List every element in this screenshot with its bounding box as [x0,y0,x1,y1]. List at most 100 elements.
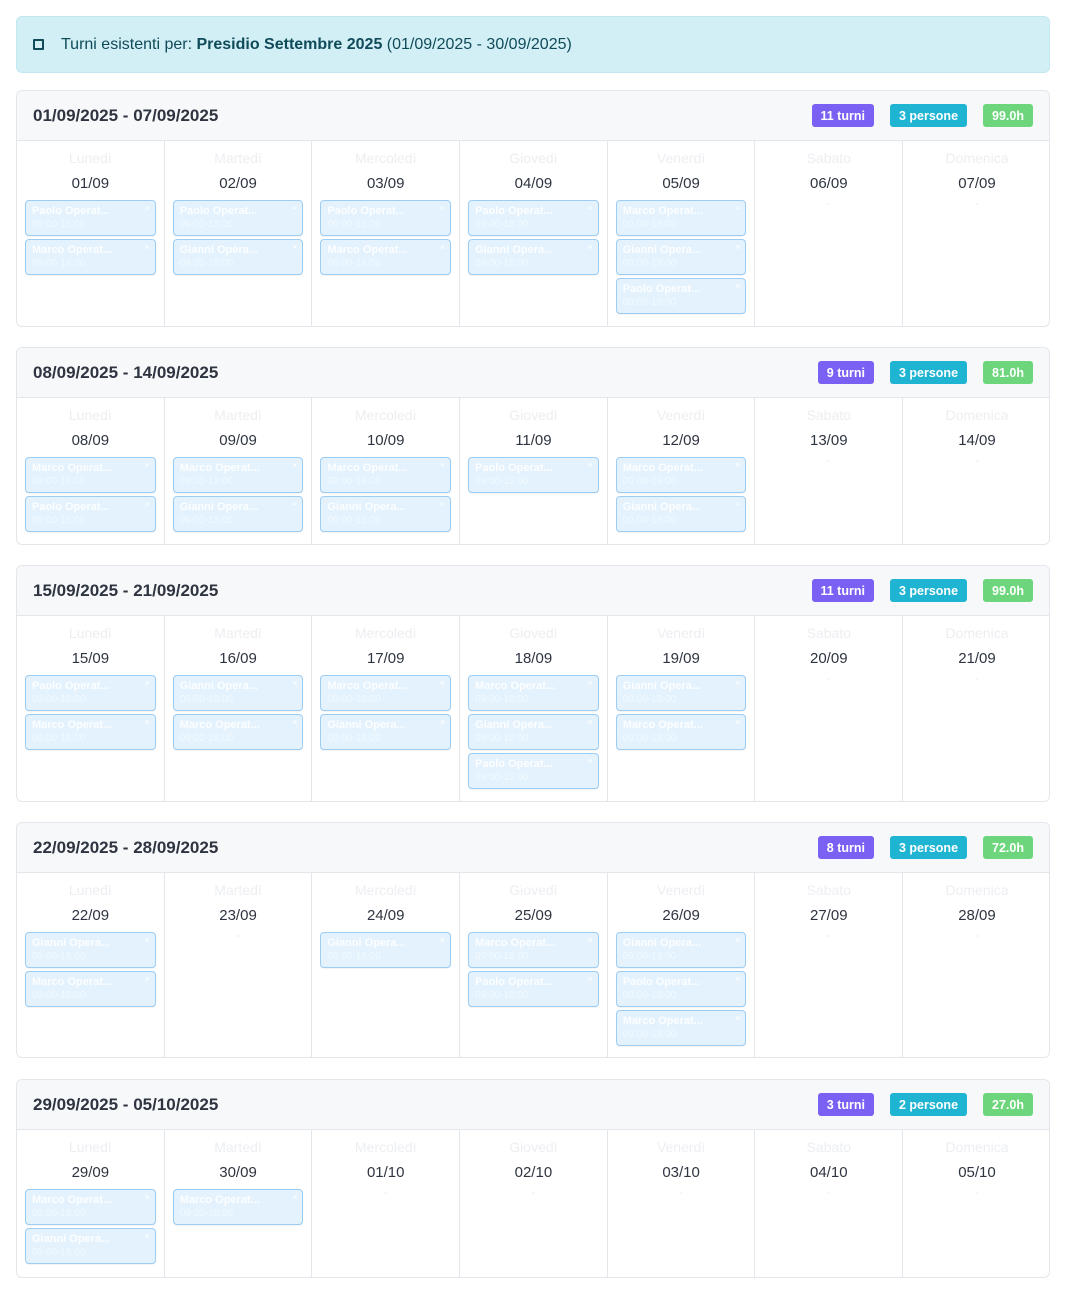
shift-hours: 09:00-18:00 [622,694,677,705]
remove-shift-icon[interactable]: × [440,678,445,688]
remove-shift-icon[interactable]: × [292,1192,297,1202]
remove-shift-icon[interactable]: × [440,460,445,470]
shift-card[interactable]: Paolo Operat... 09:00-18:00 × [615,278,747,314]
day-name: Lunedì [68,407,112,423]
day-date: 08/09 [71,432,110,449]
remove-shift-icon[interactable]: × [735,678,740,688]
remove-shift-icon[interactable]: × [440,499,445,509]
shift-person: Marco Operat... [327,244,408,256]
shift-card[interactable]: Paolo Operat... 09:00-18:00 × [468,971,599,1007]
shift-card[interactable]: Gianni Opera... 09:00-18:00 × [320,496,452,532]
shift-card[interactable]: Marco Operat... 09:00-18:00 × [172,714,304,750]
shift-card[interactable]: Paolo Operat... 09:00-18:00 × [468,200,599,236]
shift-card[interactable]: Gianni Opera... 09:00-18:00 × [172,496,304,532]
remove-shift-icon[interactable]: × [440,203,445,213]
remove-shift-icon[interactable]: × [735,1013,740,1023]
remove-shift-icon[interactable]: × [144,717,149,727]
day-date: 01/10 [366,1164,405,1181]
shift-card[interactable]: Gianni Opera... 09:00-18:00 × [25,932,156,968]
hours-badge: 27.0h [983,1093,1033,1116]
remove-shift-icon[interactable]: × [587,203,592,213]
remove-shift-icon[interactable]: × [735,242,740,252]
shift-card[interactable]: Paolo Operat... 09:00-18:00 × [172,200,304,236]
remove-shift-icon[interactable]: × [735,203,740,213]
shift-hours: 09:00-18:00 [622,1029,677,1040]
remove-shift-icon[interactable]: × [735,460,740,470]
shift-card[interactable]: Marco Operat... 09:00-18:00 × [615,200,747,236]
remove-shift-icon[interactable]: × [587,242,592,252]
shift-card[interactable]: Paolo Operat... 09:00-18:00 × [468,457,599,493]
shift-card[interactable]: Gianni Opera... 09:00-18:00 × [468,714,599,750]
remove-shift-icon[interactable]: × [735,935,740,945]
shift-card[interactable]: Marco Operat... 09:00-18:00 × [615,457,747,493]
day-column: Venerdì 19/09 Gianni Opera... 09:00-18:00 × M… [608,616,756,801]
remove-shift-icon[interactable]: × [292,242,297,252]
shift-card[interactable]: Marco Operat... 09:00-18:00 × [172,1189,304,1225]
shift-card[interactable]: Paolo Operat... 09:00-18:00 × [468,753,599,789]
shift-card[interactable]: Paolo Operat... 09:00-18:00 × [320,200,452,236]
remove-shift-icon[interactable]: × [440,242,445,252]
remove-shift-icon[interactable]: × [144,1231,149,1241]
shift-card[interactable]: Marco Operat... 09:00-18:00 × [25,714,156,750]
remove-shift-icon[interactable]: × [292,499,297,509]
remove-shift-icon[interactable]: × [587,935,592,945]
shift-card[interactable]: Marco Operat... 09:00-18:00 × [25,457,156,493]
shift-card[interactable]: Gianni Opera... 09:00-18:00 × [25,1228,156,1264]
shift-card[interactable]: Gianni Opera... 09:00-18:00 × [615,239,747,275]
remove-shift-icon[interactable]: × [144,242,149,252]
shift-card[interactable]: Gianni Opera... 09:00-18:00 × [320,714,452,750]
day-column: Domenica 07/09 - [903,141,1049,326]
remove-shift-icon[interactable]: × [144,203,149,213]
remove-shift-icon[interactable]: × [144,974,149,984]
shift-card[interactable]: Gianni Opera... 09:00-18:00 × [320,932,452,968]
remove-shift-icon[interactable]: × [735,717,740,727]
remove-shift-icon[interactable]: × [144,678,149,688]
shift-card[interactable]: Marco Operat... 09:00-18:00 × [615,714,747,750]
shift-card[interactable]: Gianni Opera... 09:00-18:00 × [468,239,599,275]
remove-shift-icon[interactable]: × [292,460,297,470]
shift-card[interactable]: Paolo Operat... 09:00-18:00 × [25,675,156,711]
remove-shift-icon[interactable]: × [292,203,297,213]
day-column: Martedì 16/09 Gianni Opera... 09:00-18:00 × M… [165,616,313,801]
shift-card[interactable]: Marco Operat... 09:00-18:00 × [320,239,452,275]
shift-person: Marco Operat... [475,680,556,692]
shift-card[interactable]: Paolo Operat... 09:00-18:00 × [615,971,747,1007]
remove-shift-icon[interactable]: × [735,974,740,984]
shift-card[interactable]: Marco Operat... 09:00-18:00 × [25,971,156,1007]
shift-card[interactable]: Gianni Opera... 09:00-18:00 × [615,932,747,968]
remove-shift-icon[interactable]: × [144,935,149,945]
remove-shift-icon[interactable]: × [587,756,592,766]
remove-shift-icon[interactable]: × [144,1192,149,1202]
remove-shift-icon[interactable]: × [144,499,149,509]
day-date: 02/10 [514,1164,553,1181]
shift-card[interactable]: Marco Operat... 09:00-18:00 × [320,675,452,711]
shift-card[interactable]: Marco Operat... 09:00-18:00 × [468,932,599,968]
remove-shift-icon[interactable]: × [587,460,592,470]
remove-shift-icon[interactable]: × [292,678,297,688]
remove-shift-icon[interactable]: × [587,717,592,727]
remove-shift-icon[interactable]: × [440,717,445,727]
remove-shift-icon[interactable]: × [587,974,592,984]
shift-card[interactable]: Marco Operat... 09:00-18:00 × [468,675,599,711]
shift-card[interactable]: Marco Operat... 09:00-18:00 × [320,457,452,493]
shift-card[interactable]: Gianni Opera... 09:00-18:00 × [172,239,304,275]
remove-shift-icon[interactable]: × [292,717,297,727]
empty-day-marker: - [974,1185,979,1199]
shift-list: Marco Operat... 09:00-18:00 × [172,1189,304,1225]
remove-shift-icon[interactable]: × [735,499,740,509]
shift-card[interactable]: Marco Operat... 09:00-18:00 × [25,239,156,275]
shift-card[interactable]: Marco Operat... 09:00-18:00 × [615,1010,747,1046]
shift-card[interactable]: Gianni Opera... 09:00-18:00 × [172,675,304,711]
shift-card[interactable]: Paolo Operat... 09:00-18:00 × [25,496,156,532]
remove-shift-icon[interactable]: × [440,935,445,945]
shift-card[interactable]: Marco Operat... 09:00-18:00 × [172,457,304,493]
remove-shift-icon[interactable]: × [735,281,740,291]
shift-card[interactable]: Gianni Opera... 09:00-18:00 × [615,496,747,532]
shift-list: Marco Operat... 09:00-18:00 × Gianni Opera.… [615,457,747,532]
remove-shift-icon[interactable]: × [144,460,149,470]
shift-card[interactable]: Gianni Opera... 09:00-18:00 × [615,675,747,711]
remove-shift-icon[interactable]: × [587,678,592,688]
shift-list: Marco Operat... 09:00-18:00 × Gianni Opera.… [172,457,304,532]
shift-card[interactable]: Marco Operat... 09:00-18:00 × [25,1189,156,1225]
shift-card[interactable]: Paolo Operat... 09:00-18:00 × [25,200,156,236]
